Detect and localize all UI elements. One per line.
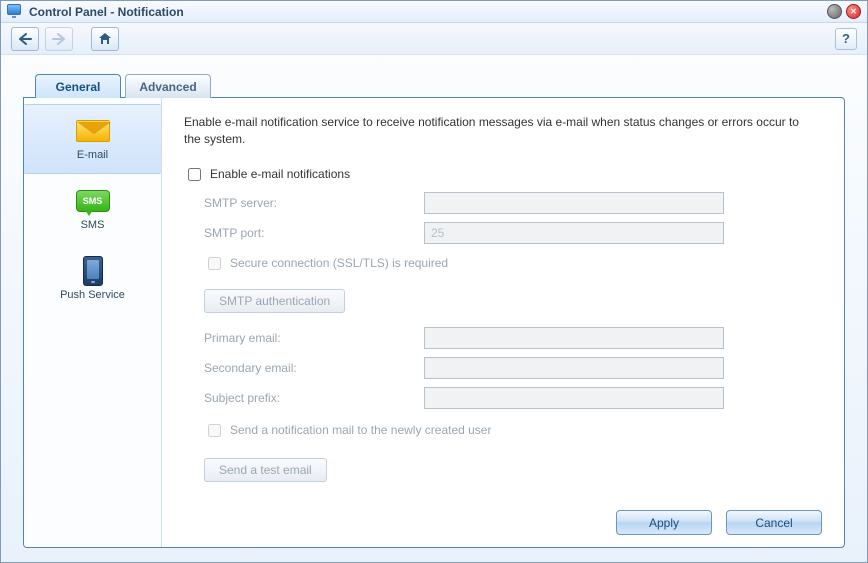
subject-prefix-input[interactable] xyxy=(424,387,724,409)
window: Control Panel - Notification ? xyxy=(0,0,868,563)
footer: Apply Cancel xyxy=(184,500,822,535)
secondary-email-row: Secondary email: xyxy=(204,357,822,379)
intro-text: Enable e-mail notification service to re… xyxy=(184,114,804,149)
enable-email-checkbox[interactable] xyxy=(188,168,201,181)
ssl-row[interactable]: Secure connection (SSL/TLS) is required xyxy=(204,254,822,273)
sidenav-item-push-label: Push Service xyxy=(60,289,125,301)
apply-button[interactable]: Apply xyxy=(616,510,712,535)
body: General Advanced E-mail SMS SM xyxy=(1,55,867,562)
sidenav-item-sms-label: SMS xyxy=(81,219,105,231)
smtp-port-input[interactable] xyxy=(424,222,724,244)
close-button[interactable] xyxy=(846,4,861,19)
subject-prefix-row: Subject prefix: xyxy=(204,387,822,409)
help-icon: ? xyxy=(842,31,850,46)
smtp-server-input[interactable] xyxy=(424,192,724,214)
primary-email-row: Primary email: xyxy=(204,327,822,349)
enable-email-row[interactable]: Enable e-mail notifications xyxy=(184,165,822,184)
smtp-auth-label: SMTP authentication xyxy=(219,294,330,308)
window-title: Control Panel - Notification xyxy=(29,5,827,19)
enable-email-label: Enable e-mail notifications xyxy=(210,167,350,181)
sidenav: E-mail SMS SMS Push Service xyxy=(24,98,162,547)
cancel-label: Cancel xyxy=(755,516,792,530)
ssl-checkbox[interactable] xyxy=(208,257,221,270)
smtp-port-label: SMTP port: xyxy=(204,226,424,240)
tabpanel: E-mail SMS SMS Push Service Enable e xyxy=(23,97,845,548)
tab-general[interactable]: General xyxy=(35,74,121,98)
sidenav-item-email-label: E-mail xyxy=(77,149,108,161)
app-icon xyxy=(7,4,23,20)
sidenav-item-sms[interactable]: SMS SMS xyxy=(24,174,161,244)
home-icon xyxy=(98,32,112,45)
secondary-email-input[interactable] xyxy=(424,357,724,379)
toolbar: ? xyxy=(1,23,867,55)
sms-icon: SMS xyxy=(75,187,111,215)
primary-email-input[interactable] xyxy=(424,327,724,349)
sidenav-item-email[interactable]: E-mail xyxy=(24,104,161,174)
send-new-user-label: Send a notification mail to the newly cr… xyxy=(230,423,491,437)
tabstrip: General Advanced xyxy=(23,73,845,97)
send-test-email-button[interactable]: Send a test email xyxy=(204,458,327,482)
email-icon xyxy=(75,117,111,145)
arrow-left-icon xyxy=(18,33,32,45)
secondary-email-label: Secondary email: xyxy=(204,361,424,375)
arrow-right-icon xyxy=(52,33,66,45)
subject-prefix-label: Subject prefix: xyxy=(204,391,424,405)
smtp-server-label: SMTP server: xyxy=(204,196,424,210)
minimize-button[interactable] xyxy=(827,4,842,19)
tab-advanced-label: Advanced xyxy=(139,80,196,94)
tab-advanced[interactable]: Advanced xyxy=(125,74,211,98)
tab-general-label: General xyxy=(56,80,101,94)
ssl-label: Secure connection (SSL/TLS) is required xyxy=(230,256,448,270)
smtp-port-row: SMTP port: xyxy=(204,222,822,244)
apply-label: Apply xyxy=(649,516,679,530)
phone-icon xyxy=(75,257,111,285)
sidenav-item-push[interactable]: Push Service xyxy=(24,244,161,314)
help-button[interactable]: ? xyxy=(835,28,857,50)
send-new-user-checkbox[interactable] xyxy=(208,424,221,437)
smtp-server-row: SMTP server: xyxy=(204,192,822,214)
primary-email-label: Primary email: xyxy=(204,331,424,345)
send-new-user-row[interactable]: Send a notification mail to the newly cr… xyxy=(204,421,822,440)
send-test-email-label: Send a test email xyxy=(219,463,312,477)
cancel-button[interactable]: Cancel xyxy=(726,510,822,535)
home-button[interactable] xyxy=(91,27,119,51)
back-button[interactable] xyxy=(11,27,39,51)
titlebar: Control Panel - Notification xyxy=(1,1,867,23)
forward-button[interactable] xyxy=(45,27,73,51)
form-area: Enable e-mail notification service to re… xyxy=(162,98,844,547)
smtp-auth-button[interactable]: SMTP authentication xyxy=(204,289,345,313)
